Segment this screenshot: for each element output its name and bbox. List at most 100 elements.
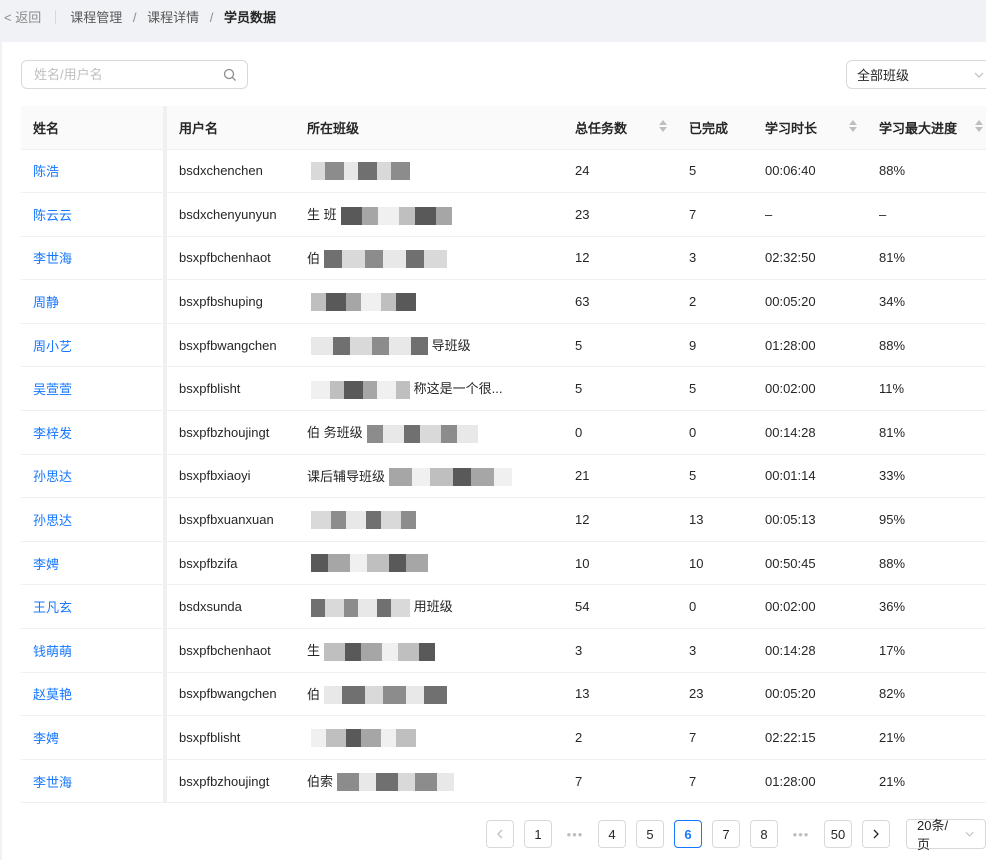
sort-icon[interactable]: [849, 120, 857, 132]
cell-completed-text: 5: [689, 468, 697, 484]
main-panel: 全部班级 姓名 用户名 所在班级 总任务数 已完成: [2, 42, 986, 860]
table-row: 李娉 bsxpfblisht 2 7 02:22:15 21%: [21, 715, 986, 760]
cell-name[interactable]: 钱萌萌: [21, 628, 167, 673]
cell-username-text: bsdxchenchen: [179, 163, 263, 179]
cell-name[interactable]: 李娉: [21, 715, 167, 760]
cell-name-text[interactable]: 赵莫艳: [33, 687, 72, 702]
pagination-ellipsis[interactable]: •••: [562, 827, 588, 842]
sort-icon[interactable]: [975, 120, 983, 132]
cell-name[interactable]: 李世海: [21, 236, 167, 281]
cell-name[interactable]: 李梓发: [21, 410, 167, 455]
cell-username-text: bsxpfblisht: [179, 381, 241, 397]
cell-duration: 02:32:50: [753, 236, 867, 281]
cell-duration-text: 00:50:45: [765, 555, 816, 571]
cell-total-tasks-text: 12: [575, 512, 590, 528]
cell-username: bsxpfbwangchen: [165, 672, 295, 717]
search-icon[interactable]: [223, 68, 237, 82]
cell-name-text[interactable]: 李娉: [33, 731, 59, 746]
cell-completed: 2: [677, 279, 753, 324]
back-button[interactable]: < 返回: [4, 7, 41, 26]
search-box[interactable]: [21, 60, 248, 89]
cell-username: bsxpfblisht: [165, 366, 295, 412]
cell-name-text[interactable]: 孙思达: [33, 469, 72, 484]
chevron-down-icon: [965, 831, 974, 837]
cell-max-progress: 36%: [867, 584, 986, 630]
cell-name[interactable]: 周静: [21, 279, 167, 324]
cell-username-text: bsxpfbwangchen: [179, 686, 277, 702]
column-header-label: 总任务数: [575, 120, 628, 136]
cell-username: bsxpfbzifa: [165, 541, 295, 586]
cell-class-text: 伯 务班级: [307, 425, 363, 441]
table-row: 赵莫艳 bsxpfbwangchen 伯 13 23 00:05:20 82%: [21, 672, 986, 717]
cell-total-tasks: 13: [563, 672, 677, 717]
cell-name[interactable]: 陈浩: [21, 149, 167, 194]
page-button-1[interactable]: 1: [524, 820, 552, 848]
cell-max-progress-text: 88%: [879, 337, 906, 353]
column-header-total-tasks[interactable]: 总任务数: [563, 106, 677, 150]
page-size-select[interactable]: 20条/页: [906, 818, 986, 852]
pagination-ellipsis[interactable]: •••: [788, 827, 814, 842]
page-button-5[interactable]: 5: [636, 820, 664, 848]
cell-name[interactable]: 孙思达: [21, 497, 167, 542]
cell-name[interactable]: 李娉: [21, 541, 167, 586]
cell-username-text: bsxpfbzifa: [179, 555, 238, 571]
page-button-8[interactable]: 8: [750, 820, 778, 848]
page-button-7[interactable]: 7: [712, 820, 740, 848]
cell-name-text[interactable]: 李世海: [33, 251, 72, 266]
top-nav-bar: < 返回 课程管理 / 课程详情 / 学员数据: [0, 0, 986, 33]
cell-name-text[interactable]: 陈云云: [33, 208, 72, 223]
cell-total-tasks-text: 24: [575, 163, 590, 179]
cell-name[interactable]: 孙思达: [21, 454, 167, 499]
breadcrumb-course-detail[interactable]: 课程详情: [147, 10, 199, 25]
cell-name-text[interactable]: 王凡玄: [33, 600, 72, 615]
cell-username-text: bsdxchenyunyun: [179, 206, 277, 222]
cell-duration-text: 02:32:50: [765, 250, 816, 266]
cell-total-tasks-text: 63: [575, 294, 590, 310]
redacted-mosaic: [337, 773, 455, 792]
cell-class: 伯 务班级: [295, 410, 563, 455]
breadcrumb-course-management[interactable]: 课程管理: [70, 10, 122, 25]
cell-username-text: bsxpfbxuanxuan: [179, 512, 274, 528]
cell-name[interactable]: 陈云云: [21, 192, 167, 237]
cell-name-text[interactable]: 陈浩: [33, 164, 59, 179]
column-header-duration[interactable]: 学习时长: [753, 106, 867, 150]
cell-username-text: bsxpfblisht: [179, 730, 241, 746]
table-row: 陈浩 bsdxchenchen 24 5 00:06:40 88%: [21, 149, 986, 194]
back-label: 返回: [15, 10, 42, 25]
cell-name[interactable]: 王凡玄: [21, 584, 167, 630]
cell-max-progress-text: 34%: [879, 294, 906, 310]
column-header-max-progress[interactable]: 学习最大进度: [867, 106, 986, 150]
prev-page-button[interactable]: [486, 820, 514, 848]
cell-class-text: 用班级: [410, 599, 453, 615]
cell-name-text[interactable]: 钱萌萌: [33, 644, 72, 659]
cell-total-tasks-text: 5: [575, 381, 583, 397]
cell-duration: 00:05:13: [753, 497, 867, 542]
cell-duration: 00:14:28: [753, 628, 867, 673]
cell-name-text[interactable]: 李梓发: [33, 426, 72, 441]
cell-name-text[interactable]: 周小艺: [33, 339, 72, 354]
class-filter-select[interactable]: 全部班级: [846, 60, 986, 89]
cell-name[interactable]: 周小艺: [21, 323, 167, 368]
cell-name-text[interactable]: 吴萱萱: [33, 382, 72, 397]
cell-completed: 23: [677, 672, 753, 717]
cell-class: 伯: [295, 672, 563, 717]
page-button-4[interactable]: 4: [598, 820, 626, 848]
redacted-mosaic: [324, 642, 436, 661]
table-header-row: 姓名 用户名 所在班级 总任务数 已完成 学习时长 学习最大进度: [21, 106, 986, 150]
next-page-button[interactable]: [862, 820, 890, 848]
search-input[interactable]: [32, 66, 223, 83]
cell-total-tasks-text: 54: [575, 599, 590, 615]
cell-name[interactable]: 吴萱萱: [21, 366, 167, 412]
cell-name-text[interactable]: 李娉: [33, 557, 59, 572]
redacted-mosaic: [311, 554, 428, 573]
sort-icon[interactable]: [659, 120, 667, 132]
cell-name-text[interactable]: 周静: [33, 295, 59, 310]
cell-username: bsdxsunda: [165, 584, 295, 630]
cell-name-text[interactable]: 李世海: [33, 775, 72, 790]
cell-name[interactable]: 赵莫艳: [21, 672, 167, 717]
cell-name-text[interactable]: 孙思达: [33, 513, 72, 528]
page-button-50[interactable]: 50: [824, 820, 852, 848]
column-header-completed: 已完成: [677, 106, 753, 150]
page-button-6-current[interactable]: 6: [674, 820, 702, 848]
cell-name[interactable]: 李世海: [21, 759, 167, 804]
